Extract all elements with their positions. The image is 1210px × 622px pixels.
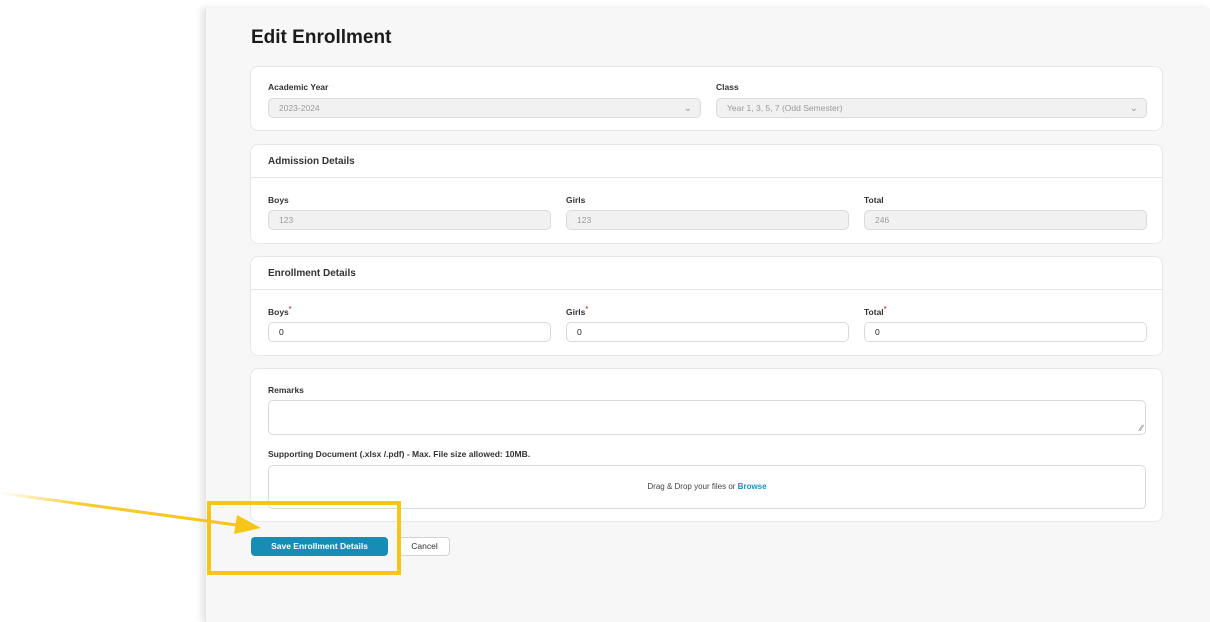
admission-header: Admission Details (251, 145, 1162, 178)
admission-total-label: Total (864, 195, 884, 205)
admission-total-field[interactable]: 246 (864, 210, 1147, 230)
enrollment-total-label-text: Total (864, 306, 884, 317)
enrollment-total-input[interactable]: 0 (864, 322, 1147, 342)
class-select[interactable]: Year 1, 3, 5, 7 (Odd Semester) ⌄ (716, 98, 1147, 118)
arrow-icon (0, 491, 261, 534)
resize-handle-icon[interactable]: ∕∕ (1140, 423, 1143, 433)
remarks-card: Remarks ∕∕ Supporting Document (.xlsx /.… (250, 368, 1163, 522)
dropzone-text: Drag & Drop your files or (647, 482, 738, 491)
enrollment-total-label: Total* (864, 306, 886, 317)
document-label: Supporting Document (.xlsx /.pdf) - Max.… (268, 449, 531, 459)
admission-boys-field[interactable]: 123 (268, 210, 551, 230)
required-mark: * (585, 306, 589, 313)
arrow-shaft (0, 491, 245, 528)
enrollment-card: Enrollment Details Boys* 0 Girls* 0 Tota… (250, 256, 1163, 356)
class-label: Class (716, 82, 739, 92)
cancel-button[interactable]: Cancel (399, 537, 450, 556)
browse-link[interactable]: Browse (738, 482, 767, 491)
class-value: Year 1, 3, 5, 7 (Odd Semester) (727, 103, 843, 113)
admission-girls-label: Girls (566, 195, 586, 205)
remarks-textarea[interactable]: ∕∕ (268, 400, 1146, 435)
enrollment-header: Enrollment Details (251, 257, 1162, 290)
academic-year-select[interactable]: 2023-2024 ⌄ (268, 98, 701, 118)
chevron-down-icon: ⌄ (1129, 103, 1138, 114)
arrow-head (234, 515, 261, 534)
enrollment-boys-input[interactable]: 0 (268, 322, 551, 342)
enrollment-girls-label-text: Girls (566, 306, 586, 317)
admission-girls-field[interactable]: 123 (566, 210, 849, 230)
enrollment-girls-label: Girls* (566, 306, 588, 317)
chevron-down-icon: ⌄ (683, 103, 692, 114)
selection-card: Academic Year 2023-2024 ⌄ Class Year 1, … (250, 66, 1163, 131)
enrollment-girls-input[interactable]: 0 (566, 322, 849, 342)
admission-card: Admission Details Boys 123 Girls 123 Tot… (250, 144, 1163, 244)
required-mark: * (883, 306, 887, 313)
